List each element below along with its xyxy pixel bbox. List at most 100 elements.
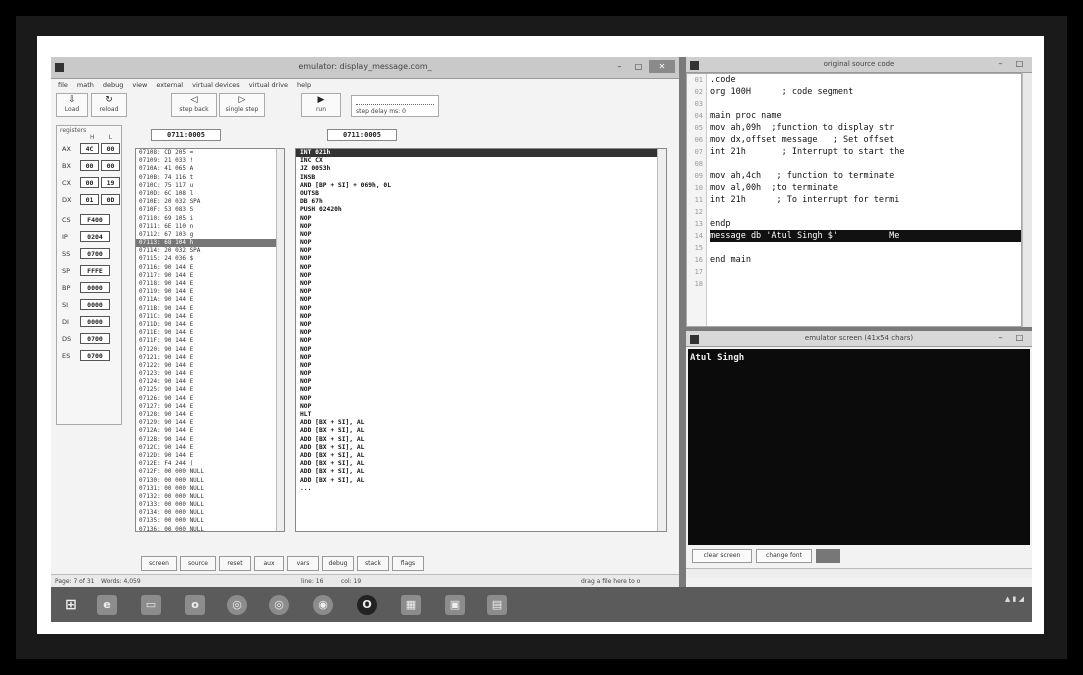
memory-row[interactable]: 07119: 90 144 E — [136, 288, 284, 296]
disassembly-row[interactable]: NOP — [296, 288, 666, 296]
register-di-value[interactable]: 0000 — [80, 316, 110, 327]
disassembly-row[interactable]: ADD [BX + SI], AL — [296, 436, 666, 444]
chrome2-icon[interactable]: ◎ — [269, 595, 289, 615]
disassembly-row[interactable]: DB 67h — [296, 198, 666, 206]
memory-address-input[interactable]: 0711:0005 — [151, 129, 221, 141]
single-step-button[interactable]: ▷ single step — [219, 93, 265, 117]
memory-row[interactable]: 07110: 69 105 i — [136, 215, 284, 223]
source-line[interactable]: int 21h ; Interrupt to start the — [710, 146, 1021, 158]
screen-button[interactable]: screen — [141, 556, 177, 571]
memory-row[interactable]: 07121: 90 144 E — [136, 354, 284, 362]
maximize-button[interactable]: □ — [630, 60, 647, 73]
memory-row[interactable]: 07124: 90 144 E — [136, 378, 284, 386]
source-line[interactable] — [710, 278, 1021, 290]
register-ip-value[interactable]: 0204 — [80, 231, 110, 242]
chrome-icon[interactable]: ◎ — [227, 595, 247, 615]
disassembly-list[interactable]: INT 021h INC CX JZ 0053h INSB AND [BP + SI] … — [295, 148, 667, 532]
disassembly-row[interactable]: ADD [BX + SI], AL — [296, 460, 666, 468]
source-maximize-button[interactable]: □ — [1011, 58, 1028, 70]
step-back-button[interactable]: ◁ step back — [171, 93, 217, 117]
disassembly-row[interactable]: INT 021h — [296, 149, 666, 158]
memory-row[interactable]: 07116: 90 144 E — [136, 264, 284, 272]
disassembly-row[interactable]: ADD [BX + SI], AL — [296, 452, 666, 460]
source-line[interactable]: main proc name — [710, 110, 1021, 122]
memory-row[interactable]: 07108: CD 205 = — [136, 149, 284, 157]
memory-row[interactable]: 07136: 00 000 NULL — [136, 526, 284, 531]
memory-row[interactable]: 0710A: 41 065 A — [136, 165, 284, 173]
disassembly-row[interactable]: NOP — [296, 346, 666, 354]
source-line[interactable] — [710, 158, 1021, 170]
register-cx-h[interactable]: 00 — [80, 177, 99, 188]
disassembly-row[interactable]: NOP — [296, 272, 666, 280]
memory-row[interactable]: 07113: 68 104 h — [136, 239, 284, 248]
reset-button[interactable]: reset — [219, 556, 251, 571]
screen-horizontal-scrollbar[interactable] — [686, 568, 1032, 578]
source-line[interactable]: mov dx,offset message ; Set offset — [710, 134, 1021, 146]
source-lines[interactable]: .code org 100H ; code segment main proc na… — [710, 74, 1021, 290]
memory-list[interactable]: 07108: CD 205 = 07109: 21 033 ! 0710A: 41 … — [135, 148, 285, 532]
disassembly-row[interactable]: NOP — [296, 305, 666, 313]
start-icon[interactable]: ⊞ — [61, 595, 81, 615]
menu-debug[interactable]: debug — [103, 81, 124, 89]
memory-row[interactable]: 0711C: 90 144 E — [136, 313, 284, 321]
register-dx-l[interactable]: 0D — [101, 194, 120, 205]
menu-virtual-drive[interactable]: virtual drive — [249, 81, 288, 89]
disassembly-row[interactable]: ... — [296, 485, 666, 493]
memory-row[interactable]: 07109: 21 033 ! — [136, 157, 284, 165]
disassembly-row[interactable]: NOP — [296, 313, 666, 321]
disassembly-row[interactable]: OUTSB — [296, 190, 666, 198]
memory-row[interactable]: 07122: 90 144 E — [136, 362, 284, 370]
menu-virtual-devices[interactable]: virtual devices — [192, 81, 240, 89]
register-ax-l[interactable]: 00 — [101, 143, 120, 154]
menu-external[interactable]: external — [156, 81, 183, 89]
memory-row[interactable]: 07117: 90 144 E — [136, 272, 284, 280]
screen-extra-button[interactable] — [816, 549, 840, 563]
source-code-editor[interactable]: 01 02 03 04 05 06 07 08 09 10 11 12 13 14 15 16 17 18 .co… — [686, 73, 1022, 327]
disassembly-row[interactable]: NOP — [296, 337, 666, 345]
memory-row[interactable]: 0710C: 75 117 u — [136, 182, 284, 190]
memory-row[interactable]: 0711F: 90 144 E — [136, 337, 284, 345]
disassembly-row[interactable]: NOP — [296, 239, 666, 247]
memory-row[interactable]: 07132: 00 000 NULL — [136, 493, 284, 501]
app3-icon[interactable]: ▤ — [487, 595, 507, 615]
disassembly-row[interactable]: JZ 0053h — [296, 165, 666, 173]
run-button[interactable]: ▶ run — [301, 93, 341, 117]
source-line[interactable]: .code — [710, 74, 1021, 86]
memory-row[interactable]: 0712B: 90 144 E — [136, 436, 284, 444]
disassembly-row[interactable]: NOP — [296, 223, 666, 231]
step-delay-slider[interactable] — [356, 100, 434, 105]
source-line[interactable]: end main — [710, 254, 1021, 266]
clear-screen-button[interactable]: clear screen — [692, 549, 752, 563]
register-ax-h[interactable]: 4C — [80, 143, 99, 154]
source-line[interactable] — [710, 242, 1021, 254]
source-line[interactable]: endp — [710, 218, 1021, 230]
disassembly-row[interactable]: ADD [BX + SI], AL — [296, 444, 666, 452]
source-line[interactable]: mov al,00h ;to terminate — [710, 182, 1021, 194]
screen-maximize-button[interactable]: □ — [1011, 332, 1028, 344]
memory-row[interactable]: 07115: 24 036 $ — [136, 255, 284, 263]
register-bx-l[interactable]: 00 — [101, 160, 120, 171]
memory-scrollbar[interactable] — [276, 149, 284, 531]
disassembly-row[interactable]: INSB — [296, 174, 666, 182]
source-minimize-button[interactable]: – — [992, 58, 1009, 70]
disassembly-row[interactable]: NOP — [296, 215, 666, 223]
disassembly-row[interactable]: NOP — [296, 255, 666, 263]
disassembly-address-input[interactable]: 0711:0005 — [327, 129, 397, 141]
memory-row[interactable]: 07135: 00 000 NULL — [136, 517, 284, 525]
disassembly-row[interactable]: NOP — [296, 296, 666, 304]
disassembly-row[interactable]: NOP — [296, 231, 666, 239]
step-delay-control[interactable]: step delay ms: 0 — [351, 95, 439, 117]
memory-row[interactable]: 07131: 00 000 NULL — [136, 485, 284, 493]
disassembly-row[interactable]: NOP — [296, 370, 666, 378]
debug-button[interactable]: debug — [322, 556, 354, 571]
memory-row[interactable]: 0712D: 90 144 E — [136, 452, 284, 460]
memory-row[interactable]: 07129: 90 144 E — [136, 419, 284, 427]
app-icon[interactable]: ◉ — [313, 595, 333, 615]
memory-row[interactable]: 07112: 67 103 g — [136, 231, 284, 239]
source-line[interactable] — [710, 206, 1021, 218]
memory-row[interactable]: 0710B: 74 116 t — [136, 174, 284, 182]
outlook-icon[interactable]: o — [185, 595, 205, 615]
disassembly-row[interactable]: HLT — [296, 411, 666, 419]
memory-row[interactable]: 0711B: 90 144 E — [136, 305, 284, 313]
disassembly-row[interactable]: NOP — [296, 247, 666, 255]
